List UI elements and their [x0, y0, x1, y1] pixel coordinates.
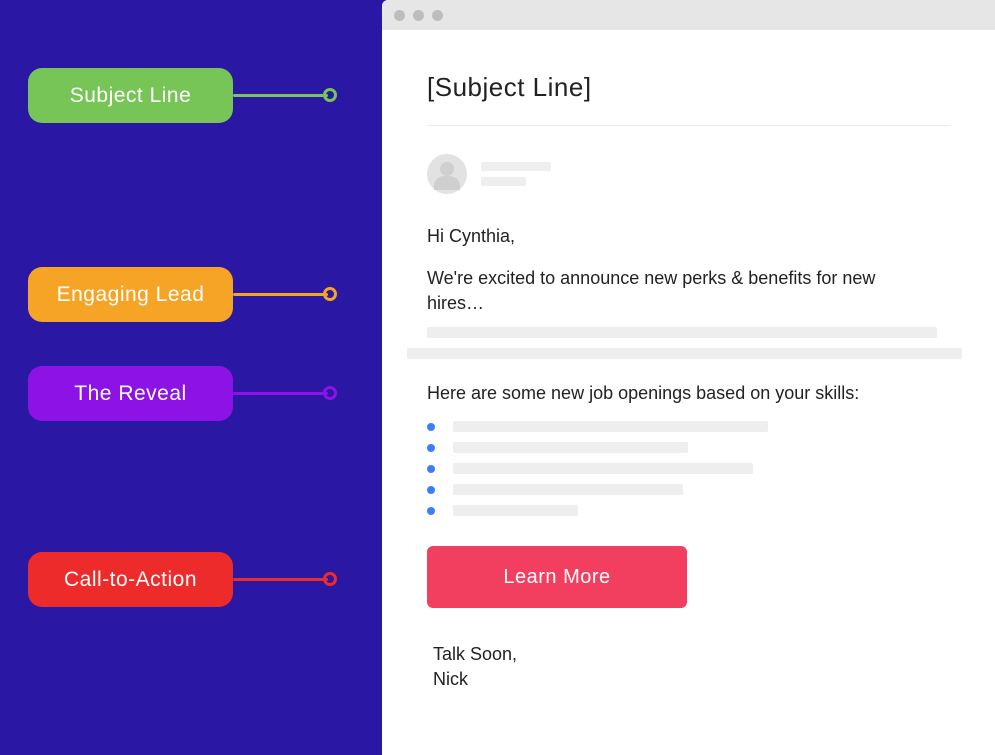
- cta-button-label: Learn More: [503, 566, 610, 589]
- placeholder-line: [453, 505, 578, 516]
- connector-line: [233, 578, 328, 581]
- annotation-label: Subject Line: [70, 84, 192, 108]
- bullet-icon: [427, 444, 435, 452]
- annotation-the-reveal: The Reveal: [28, 366, 233, 421]
- placeholder-line: [427, 327, 937, 338]
- bullet-icon: [427, 486, 435, 494]
- window-control-dot: [413, 10, 424, 21]
- annotation-subject-line: Subject Line: [28, 68, 233, 123]
- connector-dot: [323, 287, 337, 301]
- annotation-call-to-action: Call-to-Action: [28, 552, 233, 607]
- list-item: [427, 505, 950, 516]
- connector-dot: [323, 572, 337, 586]
- annotation-label: Engaging Lead: [57, 283, 205, 307]
- connector-line: [233, 392, 328, 395]
- placeholder-line: [453, 484, 683, 495]
- placeholder-line: [481, 177, 526, 186]
- list-item: [427, 421, 950, 432]
- annotation-engaging-lead: Engaging Lead: [28, 267, 233, 322]
- signoff-text: Talk Soon,: [433, 642, 950, 667]
- connector-dot: [323, 386, 337, 400]
- window-control-dot: [432, 10, 443, 21]
- placeholder-line: [407, 348, 962, 359]
- list-item: [427, 442, 950, 453]
- bullet-icon: [427, 423, 435, 431]
- connector-line: [233, 293, 328, 296]
- sender-name: Nick: [433, 667, 950, 692]
- placeholder-line: [481, 162, 551, 171]
- learn-more-button[interactable]: Learn More: [427, 546, 687, 608]
- email-reveal-line: Here are some new job openings based on …: [427, 381, 950, 405]
- avatar-icon: [427, 154, 467, 194]
- list-item: [427, 463, 950, 474]
- window-control-dot: [394, 10, 405, 21]
- email-body: [Subject Line] Hi Cynthia, We're excited…: [382, 30, 995, 693]
- sender-placeholder-lines: [481, 162, 551, 186]
- placeholder-line: [453, 442, 688, 453]
- email-lead-paragraph: We're excited to announce new perks & be…: [427, 266, 897, 315]
- placeholder-line: [453, 421, 768, 432]
- connector-dot: [323, 88, 337, 102]
- bullet-icon: [427, 465, 435, 473]
- sender-block: [427, 154, 950, 194]
- list-item: [427, 484, 950, 495]
- email-subject: [Subject Line]: [427, 70, 950, 105]
- annotation-label: Call-to-Action: [64, 568, 197, 592]
- annotation-label: The Reveal: [74, 382, 186, 406]
- email-signoff: Talk Soon, Nick: [433, 642, 950, 692]
- bullet-icon: [427, 507, 435, 515]
- placeholder-line: [453, 463, 753, 474]
- job-openings-list: [427, 421, 950, 516]
- connector-line: [233, 94, 328, 97]
- divider: [427, 125, 950, 126]
- email-window: [Subject Line] Hi Cynthia, We're excited…: [382, 0, 995, 755]
- email-greeting: Hi Cynthia,: [427, 224, 950, 248]
- window-titlebar: [382, 0, 995, 30]
